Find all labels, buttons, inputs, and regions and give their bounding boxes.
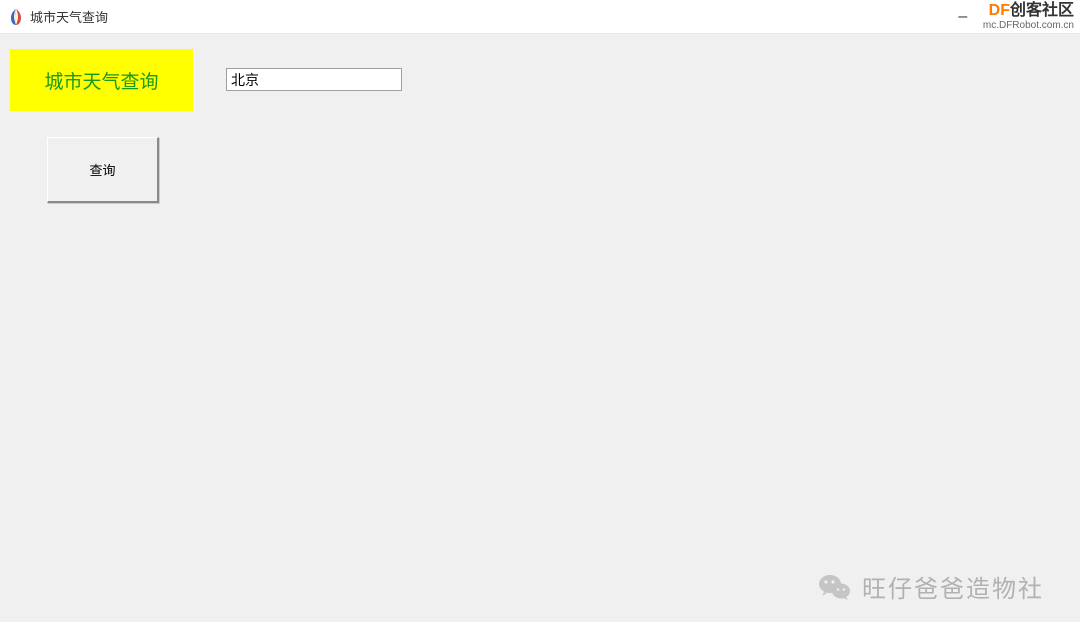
watermark-top: DF创客社区 mc.DFRobot.com.cn bbox=[983, 2, 1074, 31]
titlebar-right: – DF创客社区 mc.DFRobot.com.cn bbox=[953, 0, 1074, 33]
watermark-bottom: 旺仔爸爸造物社 bbox=[818, 569, 1044, 604]
watermark-df: DF bbox=[989, 2, 1010, 19]
header-label: 城市天气查询 bbox=[10, 49, 193, 111]
city-input[interactable] bbox=[226, 68, 402, 91]
window-title: 城市天气查询 bbox=[30, 7, 108, 26]
minimize-button[interactable]: – bbox=[953, 8, 973, 26]
query-button[interactable]: 查询 bbox=[47, 137, 159, 203]
app-icon bbox=[8, 9, 24, 25]
watermark-rest: 创客社区 bbox=[1010, 2, 1074, 19]
watermark-top-line1: DF创客社区 bbox=[983, 2, 1074, 20]
watermark-top-url: mc.DFRobot.com.cn bbox=[983, 20, 1074, 31]
watermark-bottom-text: 旺仔爸爸造物社 bbox=[862, 569, 1044, 604]
wechat-icon bbox=[818, 570, 852, 604]
titlebar: 城市天气查询 – DF创客社区 mc.DFRobot.com.cn bbox=[0, 0, 1080, 34]
client-area: 城市天气查询 查询 旺仔爸爸造物社 bbox=[0, 34, 1080, 622]
